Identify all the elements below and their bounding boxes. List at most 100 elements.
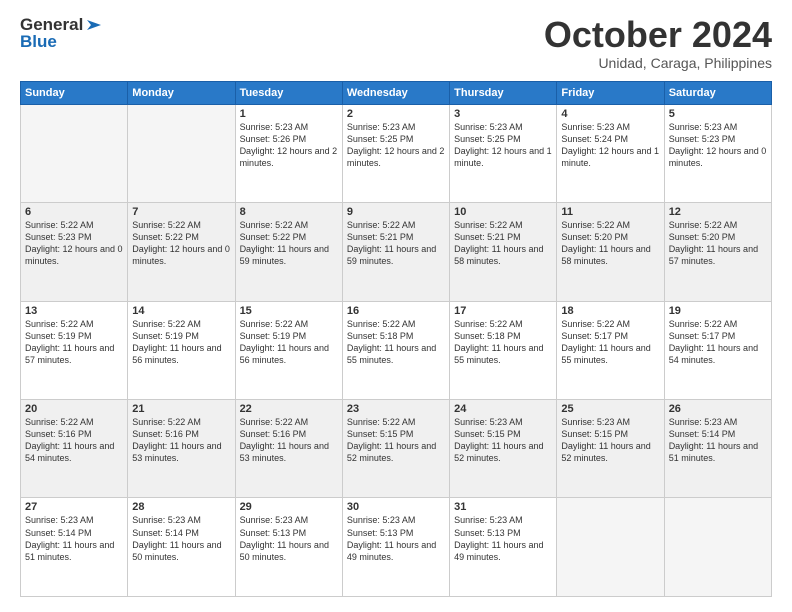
month-title: October 2024 [544, 15, 772, 55]
calendar-cell: 19Sunrise: 5:22 AM Sunset: 5:17 PM Dayli… [664, 301, 771, 399]
day-number: 20 [25, 403, 123, 415]
calendar-cell: 15Sunrise: 5:22 AM Sunset: 5:19 PM Dayli… [235, 301, 342, 399]
cell-details: Sunrise: 5:22 AM Sunset: 5:18 PM Dayligh… [454, 318, 552, 367]
cell-details: Sunrise: 5:23 AM Sunset: 5:25 PM Dayligh… [347, 121, 445, 170]
calendar-cell: 8Sunrise: 5:22 AM Sunset: 5:22 PM Daylig… [235, 203, 342, 301]
day-number: 3 [454, 108, 552, 120]
calendar-cell [21, 104, 128, 202]
calendar-cell: 6Sunrise: 5:22 AM Sunset: 5:23 PM Daylig… [21, 203, 128, 301]
calendar-cell [557, 498, 664, 597]
calendar-cell: 2Sunrise: 5:23 AM Sunset: 5:25 PM Daylig… [342, 104, 449, 202]
day-number: 9 [347, 206, 445, 218]
cell-details: Sunrise: 5:22 AM Sunset: 5:17 PM Dayligh… [561, 318, 659, 367]
weekday-header-wednesday: Wednesday [342, 81, 449, 104]
calendar-cell: 21Sunrise: 5:22 AM Sunset: 5:16 PM Dayli… [128, 400, 235, 498]
logo: General Blue [20, 15, 103, 52]
day-number: 8 [240, 206, 338, 218]
cell-details: Sunrise: 5:22 AM Sunset: 5:18 PM Dayligh… [347, 318, 445, 367]
cell-details: Sunrise: 5:22 AM Sunset: 5:21 PM Dayligh… [454, 219, 552, 268]
day-number: 31 [454, 501, 552, 513]
day-number: 18 [561, 305, 659, 317]
calendar-cell [664, 498, 771, 597]
calendar-cell [128, 104, 235, 202]
calendar-cell: 31Sunrise: 5:23 AM Sunset: 5:13 PM Dayli… [450, 498, 557, 597]
location-subtitle: Unidad, Caraga, Philippines [544, 55, 772, 71]
title-block: October 2024 Unidad, Caraga, Philippines [544, 15, 772, 71]
day-number: 12 [669, 206, 767, 218]
day-number: 19 [669, 305, 767, 317]
cell-details: Sunrise: 5:22 AM Sunset: 5:22 PM Dayligh… [132, 219, 230, 268]
cell-details: Sunrise: 5:23 AM Sunset: 5:14 PM Dayligh… [132, 514, 230, 563]
day-number: 10 [454, 206, 552, 218]
day-number: 27 [25, 501, 123, 513]
calendar-cell: 3Sunrise: 5:23 AM Sunset: 5:25 PM Daylig… [450, 104, 557, 202]
day-number: 21 [132, 403, 230, 415]
cell-details: Sunrise: 5:23 AM Sunset: 5:14 PM Dayligh… [669, 416, 767, 465]
day-number: 24 [454, 403, 552, 415]
header: General Blue October 2024 Unidad, Caraga… [20, 15, 772, 71]
day-number: 4 [561, 108, 659, 120]
calendar-week-row: 1Sunrise: 5:23 AM Sunset: 5:26 PM Daylig… [21, 104, 772, 202]
calendar-cell: 13Sunrise: 5:22 AM Sunset: 5:19 PM Dayli… [21, 301, 128, 399]
day-number: 2 [347, 108, 445, 120]
calendar-cell: 10Sunrise: 5:22 AM Sunset: 5:21 PM Dayli… [450, 203, 557, 301]
calendar-cell: 17Sunrise: 5:22 AM Sunset: 5:18 PM Dayli… [450, 301, 557, 399]
calendar-cell: 22Sunrise: 5:22 AM Sunset: 5:16 PM Dayli… [235, 400, 342, 498]
cell-details: Sunrise: 5:23 AM Sunset: 5:14 PM Dayligh… [25, 514, 123, 563]
calendar-cell: 1Sunrise: 5:23 AM Sunset: 5:26 PM Daylig… [235, 104, 342, 202]
weekday-header-thursday: Thursday [450, 81, 557, 104]
calendar-cell: 18Sunrise: 5:22 AM Sunset: 5:17 PM Dayli… [557, 301, 664, 399]
day-number: 28 [132, 501, 230, 513]
calendar-cell: 14Sunrise: 5:22 AM Sunset: 5:19 PM Dayli… [128, 301, 235, 399]
cell-details: Sunrise: 5:22 AM Sunset: 5:15 PM Dayligh… [347, 416, 445, 465]
cell-details: Sunrise: 5:23 AM Sunset: 5:25 PM Dayligh… [454, 121, 552, 170]
cell-details: Sunrise: 5:22 AM Sunset: 5:16 PM Dayligh… [25, 416, 123, 465]
calendar-cell: 12Sunrise: 5:22 AM Sunset: 5:20 PM Dayli… [664, 203, 771, 301]
logo-arrow-icon [85, 16, 103, 34]
cell-details: Sunrise: 5:23 AM Sunset: 5:13 PM Dayligh… [454, 514, 552, 563]
cell-details: Sunrise: 5:22 AM Sunset: 5:19 PM Dayligh… [132, 318, 230, 367]
cell-details: Sunrise: 5:22 AM Sunset: 5:20 PM Dayligh… [669, 219, 767, 268]
page: General Blue October 2024 Unidad, Caraga… [0, 0, 792, 612]
calendar-cell: 4Sunrise: 5:23 AM Sunset: 5:24 PM Daylig… [557, 104, 664, 202]
weekday-header-friday: Friday [557, 81, 664, 104]
calendar-body: 1Sunrise: 5:23 AM Sunset: 5:26 PM Daylig… [21, 104, 772, 596]
weekday-header-sunday: Sunday [21, 81, 128, 104]
calendar-cell: 20Sunrise: 5:22 AM Sunset: 5:16 PM Dayli… [21, 400, 128, 498]
calendar-cell: 16Sunrise: 5:22 AM Sunset: 5:18 PM Dayli… [342, 301, 449, 399]
day-number: 13 [25, 305, 123, 317]
calendar-cell: 25Sunrise: 5:23 AM Sunset: 5:15 PM Dayli… [557, 400, 664, 498]
weekday-header-tuesday: Tuesday [235, 81, 342, 104]
calendar-cell: 30Sunrise: 5:23 AM Sunset: 5:13 PM Dayli… [342, 498, 449, 597]
cell-details: Sunrise: 5:22 AM Sunset: 5:23 PM Dayligh… [25, 219, 123, 268]
calendar-cell: 9Sunrise: 5:22 AM Sunset: 5:21 PM Daylig… [342, 203, 449, 301]
cell-details: Sunrise: 5:22 AM Sunset: 5:22 PM Dayligh… [240, 219, 338, 268]
calendar-cell: 26Sunrise: 5:23 AM Sunset: 5:14 PM Dayli… [664, 400, 771, 498]
cell-details: Sunrise: 5:22 AM Sunset: 5:21 PM Dayligh… [347, 219, 445, 268]
calendar-cell: 28Sunrise: 5:23 AM Sunset: 5:14 PM Dayli… [128, 498, 235, 597]
cell-details: Sunrise: 5:23 AM Sunset: 5:13 PM Dayligh… [347, 514, 445, 563]
day-number: 22 [240, 403, 338, 415]
weekday-header-saturday: Saturday [664, 81, 771, 104]
day-number: 1 [240, 108, 338, 120]
cell-details: Sunrise: 5:22 AM Sunset: 5:16 PM Dayligh… [132, 416, 230, 465]
calendar-cell: 11Sunrise: 5:22 AM Sunset: 5:20 PM Dayli… [557, 203, 664, 301]
cell-details: Sunrise: 5:23 AM Sunset: 5:13 PM Dayligh… [240, 514, 338, 563]
cell-details: Sunrise: 5:23 AM Sunset: 5:15 PM Dayligh… [561, 416, 659, 465]
weekday-header-row: SundayMondayTuesdayWednesdayThursdayFrid… [21, 81, 772, 104]
calendar-cell: 7Sunrise: 5:22 AM Sunset: 5:22 PM Daylig… [128, 203, 235, 301]
cell-details: Sunrise: 5:22 AM Sunset: 5:19 PM Dayligh… [240, 318, 338, 367]
day-number: 5 [669, 108, 767, 120]
cell-details: Sunrise: 5:23 AM Sunset: 5:26 PM Dayligh… [240, 121, 338, 170]
day-number: 25 [561, 403, 659, 415]
day-number: 30 [347, 501, 445, 513]
day-number: 15 [240, 305, 338, 317]
calendar-cell: 29Sunrise: 5:23 AM Sunset: 5:13 PM Dayli… [235, 498, 342, 597]
calendar-cell: 23Sunrise: 5:22 AM Sunset: 5:15 PM Dayli… [342, 400, 449, 498]
day-number: 14 [132, 305, 230, 317]
day-number: 16 [347, 305, 445, 317]
cell-details: Sunrise: 5:22 AM Sunset: 5:17 PM Dayligh… [669, 318, 767, 367]
calendar-week-row: 13 Sunrise: 5:22 AM Sunset: 5:19 PM Dayli… [21, 301, 772, 399]
calendar-cell: 5Sunrise: 5:23 AM Sunset: 5:23 PM Daylig… [664, 104, 771, 202]
cell-details: Sunrise: 5:23 AM Sunset: 5:15 PM Dayligh… [454, 416, 552, 465]
